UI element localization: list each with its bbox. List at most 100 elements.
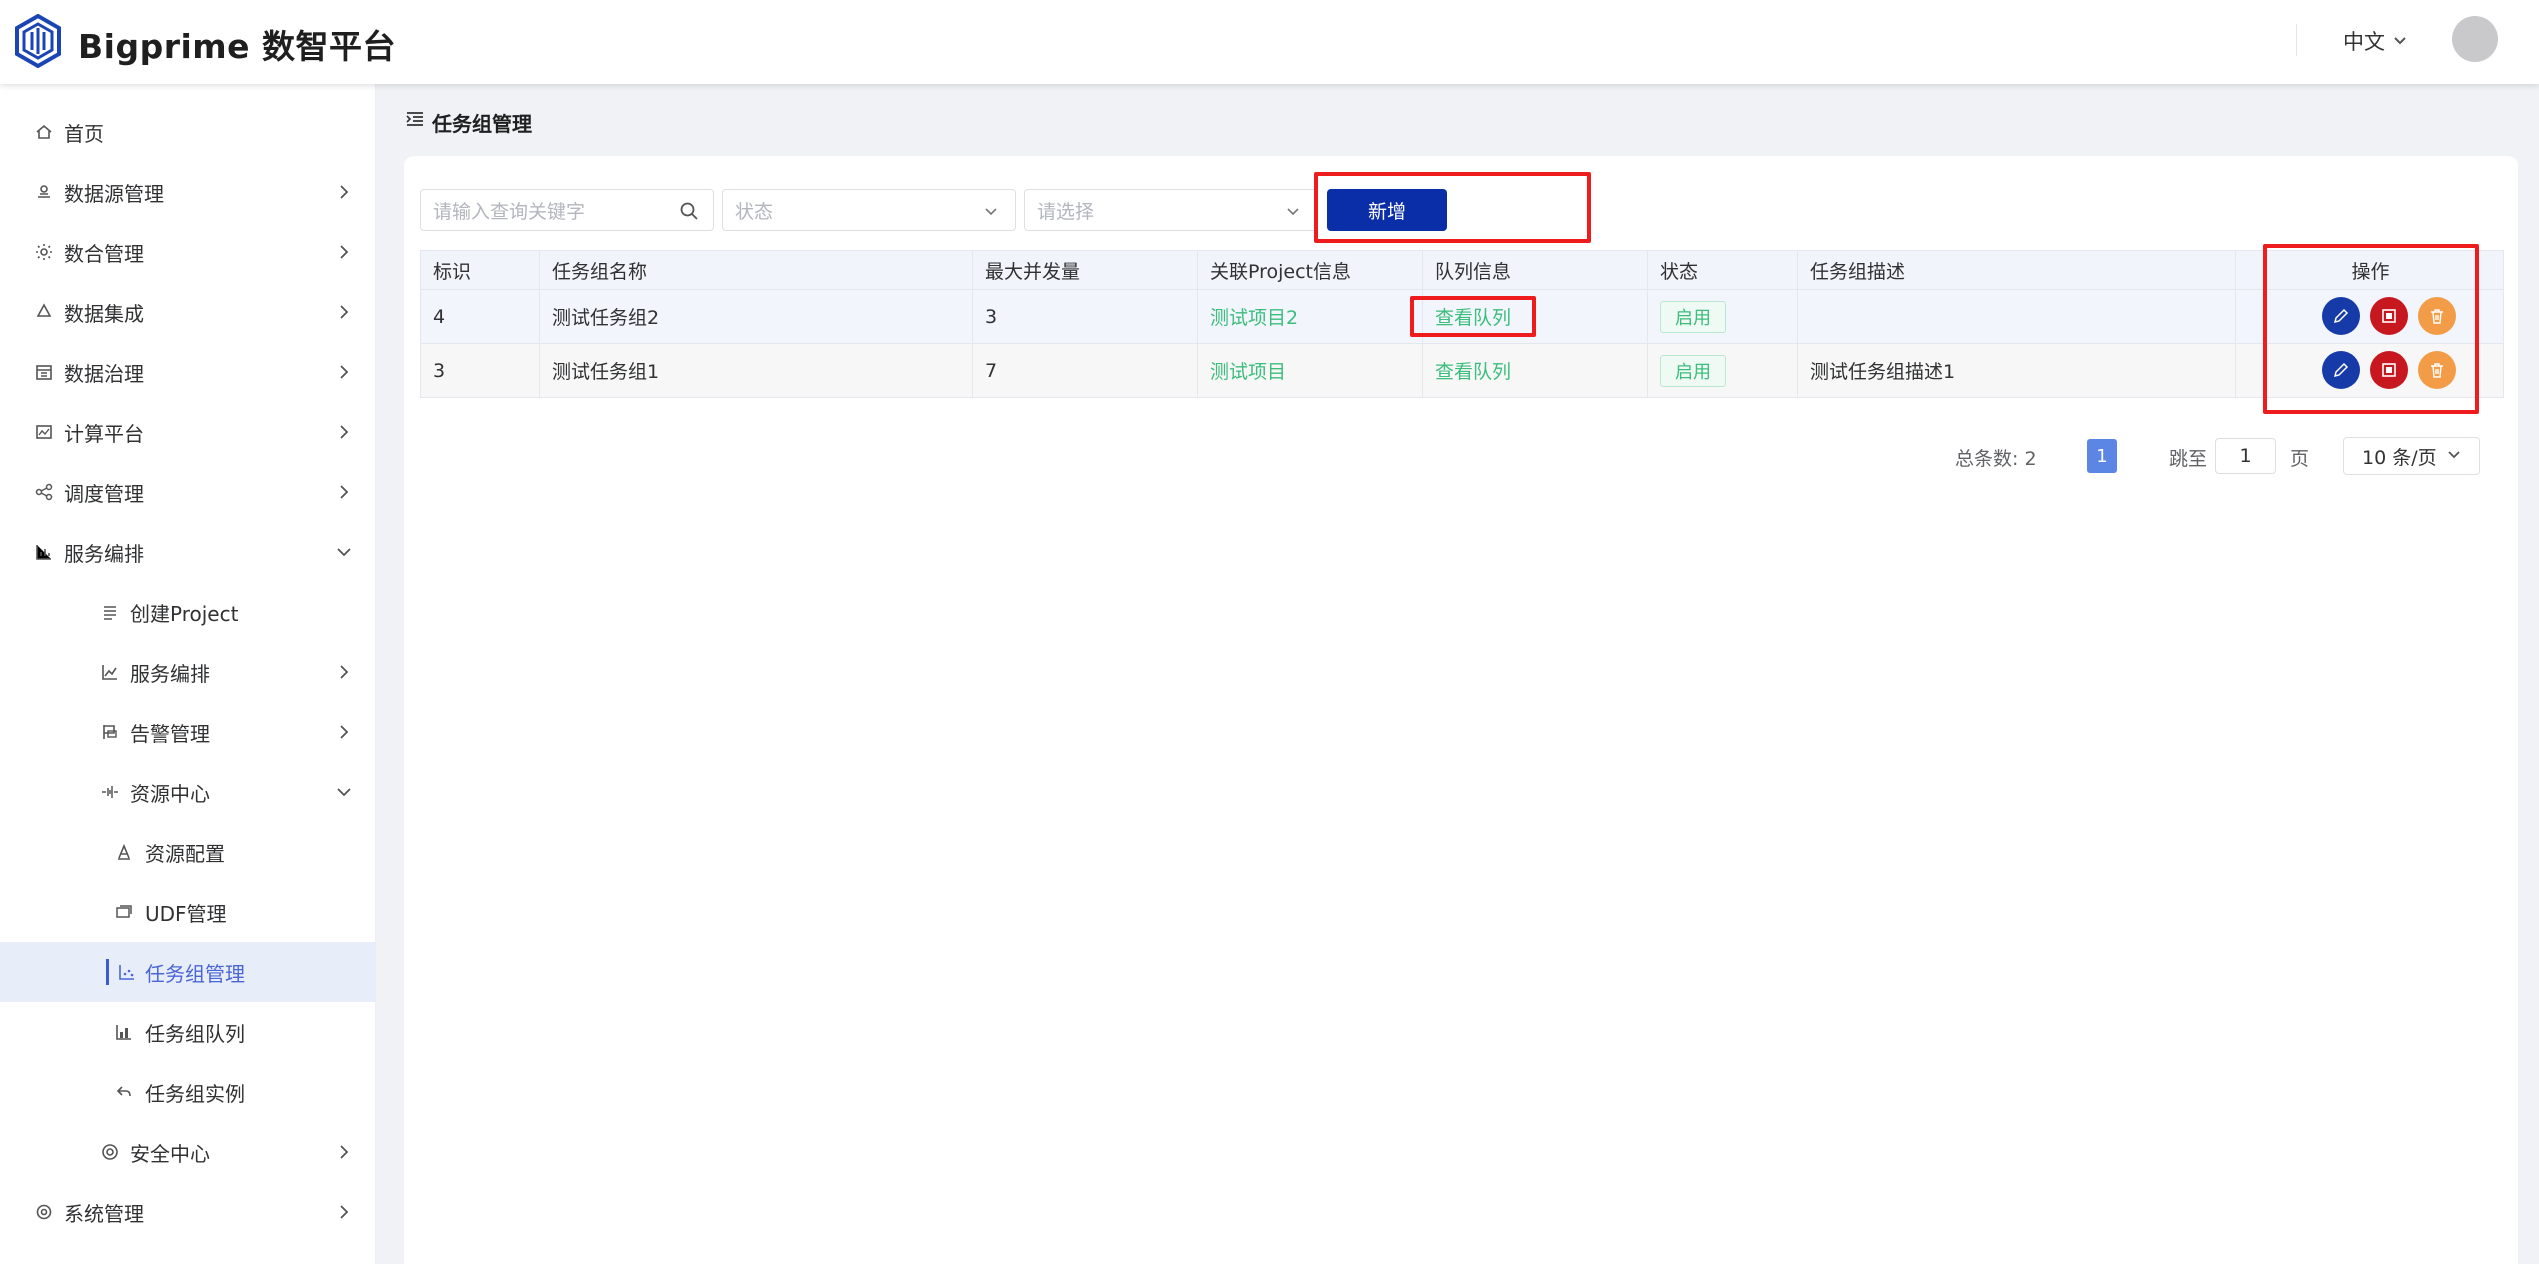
page-title: 任务组管理 (432, 112, 532, 136)
datasource-icon (38, 185, 50, 198)
menu-indent-icon (406, 112, 423, 126)
header-project: 关联Project信息 (1198, 251, 1423, 289)
cell-status: 启用 (1648, 344, 1798, 397)
sidebar-item-system[interactable]: 系统管理 (0, 1182, 376, 1242)
recycle-icon (36, 303, 52, 317)
sidebar-item-label: 数据集成 (64, 301, 144, 326)
bar-chart-filled-icon (116, 1025, 131, 1040)
bar-chart-icon (36, 545, 51, 560)
sidebar-item-udf[interactable]: UDF管理 (0, 882, 376, 942)
header-divider (2296, 24, 2297, 56)
sidebar-item-resource-config[interactable]: 资源配置 (0, 822, 376, 882)
sidebar-item-label: 服务编排 (130, 661, 210, 686)
sidebar: 首页 数据源管理 数合管理 数据集成 数据治理 计算平台 调度管理 服务编排 创… (0, 84, 376, 1264)
sidebar-item-resource-center[interactable]: 资源中心 (0, 762, 376, 822)
language-label: 中文 (2343, 30, 2385, 54)
chevron-right-icon (340, 185, 349, 199)
select-placeholder: 请选择 (1037, 200, 1095, 223)
sidebar-item-label: 资源中心 (130, 781, 210, 806)
chevron-right-icon (340, 725, 349, 739)
sidebar-item-label: 调度管理 (64, 481, 144, 506)
view-queue-link[interactable]: 查看队列 (1435, 357, 1511, 384)
sidebar-item-service-orchestration[interactable]: 服务编排 (0, 522, 376, 582)
chevron-down-icon (985, 208, 997, 216)
target-icon (102, 1144, 118, 1160)
share-icon (35, 483, 53, 501)
goto-label: 跳至 (2169, 448, 2208, 470)
chart-window-icon (36, 425, 52, 439)
chevron-right-icon (340, 245, 349, 259)
chevron-down-icon (2448, 451, 2460, 459)
highlight-actions (2263, 244, 2479, 414)
table-row: 3 测试任务组1 7 测试项目 查看队列 启用 测试任务组描述1 (420, 344, 2504, 398)
sidebar-item-label: UDF管理 (145, 901, 227, 926)
sidebar-item-security[interactable]: 安全中心 (0, 1122, 376, 1182)
cell-desc (1798, 290, 2236, 343)
page-unit-label: 页 (2290, 448, 2310, 470)
sidebar-item-label: 任务组管理 (145, 961, 245, 986)
cell-max: 7 (973, 344, 1198, 397)
pulse-icon (102, 786, 118, 798)
header-id: 标识 (421, 251, 540, 289)
sidebar-item-label: 资源配置 (145, 841, 225, 866)
flag-icon (103, 725, 117, 739)
language-switch[interactable]: 中文 (2343, 26, 2407, 56)
sidebar-item-label: 首页 (64, 121, 104, 146)
chevron-down-icon (337, 788, 351, 797)
cell-queue: 查看队列 (1423, 344, 1648, 397)
calendar-icon (36, 365, 52, 380)
chevron-down-icon (337, 548, 351, 557)
sidebar-item-datasource[interactable]: 数据源管理 (0, 162, 376, 222)
sidebar-item-task-group[interactable]: 任务组管理 (0, 942, 376, 1002)
option-select[interactable]: 请选择 (1024, 189, 1318, 231)
sidebar-item-schedule[interactable]: 调度管理 (0, 462, 376, 522)
chevron-right-icon (340, 1145, 349, 1159)
sidebar-item-task-group-instance[interactable]: 任务组实例 (0, 1062, 376, 1122)
chevron-right-icon (340, 365, 349, 379)
sidebar-item-home[interactable]: 首页 (0, 102, 376, 162)
search-input[interactable]: 请输入查询关键字 (420, 189, 714, 231)
font-icon (118, 843, 130, 860)
sidebar-item-governance[interactable]: 数据治理 (0, 342, 376, 402)
user-avatar[interactable] (2452, 16, 2498, 62)
header-max: 最大并发量 (973, 251, 1198, 289)
chevron-right-icon (340, 665, 349, 679)
search-icon (680, 202, 698, 220)
chevron-right-icon (340, 485, 349, 499)
page-button-current[interactable]: 1 (2087, 439, 2117, 473)
header-name: 任务组名称 (540, 251, 973, 289)
highlight-view-queue (1410, 296, 1536, 337)
list-icon (104, 606, 116, 620)
sidebar-item-create-project[interactable]: 创建Project (0, 582, 376, 642)
goto-page-input[interactable]: 1 (2215, 438, 2276, 474)
chevron-right-icon (340, 1205, 349, 1219)
brand-title: Bigprime 数智平台 (78, 27, 397, 66)
status-badge: 启用 (1660, 300, 1726, 333)
cell-id: 3 (421, 344, 540, 397)
brand-logo-icon (15, 14, 61, 68)
sidebar-item-label: 任务组实例 (145, 1081, 245, 1106)
page-size-select[interactable]: 10 条/页 (2343, 437, 2480, 475)
header-desc: 任务组描述 (1798, 251, 2236, 289)
sidebar-item-service-orchestration-sub[interactable]: 服务编排 (0, 642, 376, 702)
sidebar-item-task-group-queue[interactable]: 任务组队列 (0, 1002, 376, 1062)
header-queue: 队列信息 (1423, 251, 1648, 289)
sidebar-item-alarm[interactable]: 告警管理 (0, 702, 376, 762)
sidebar-item-compute[interactable]: 计算平台 (0, 402, 376, 462)
project-link[interactable]: 测试项目2 (1210, 303, 1298, 330)
undo-icon (116, 1086, 131, 1097)
sidebar-item-integration[interactable]: 数据集成 (0, 282, 376, 342)
cell-project: 测试项目2 (1198, 290, 1423, 343)
status-select[interactable]: 状态 (722, 189, 1016, 231)
sidebar-item-shuhe[interactable]: 数合管理 (0, 222, 376, 282)
sidebar-item-label: 任务组队列 (145, 1021, 245, 1046)
sidebar-item-label: 创建Project (130, 601, 239, 626)
chevron-right-icon (340, 305, 349, 319)
table-header: 标识 任务组名称 最大并发量 关联Project信息 队列信息 状态 任务组描述… (420, 250, 2504, 290)
sidebar-item-label: 安全中心 (130, 1141, 210, 1166)
sun-icon (36, 244, 52, 260)
pagination-total: 总条数: 2 (1955, 448, 2037, 470)
cell-project: 测试项目 (1198, 344, 1423, 397)
search-placeholder: 请输入查询关键字 (433, 200, 586, 223)
project-link[interactable]: 测试项目 (1210, 357, 1286, 384)
